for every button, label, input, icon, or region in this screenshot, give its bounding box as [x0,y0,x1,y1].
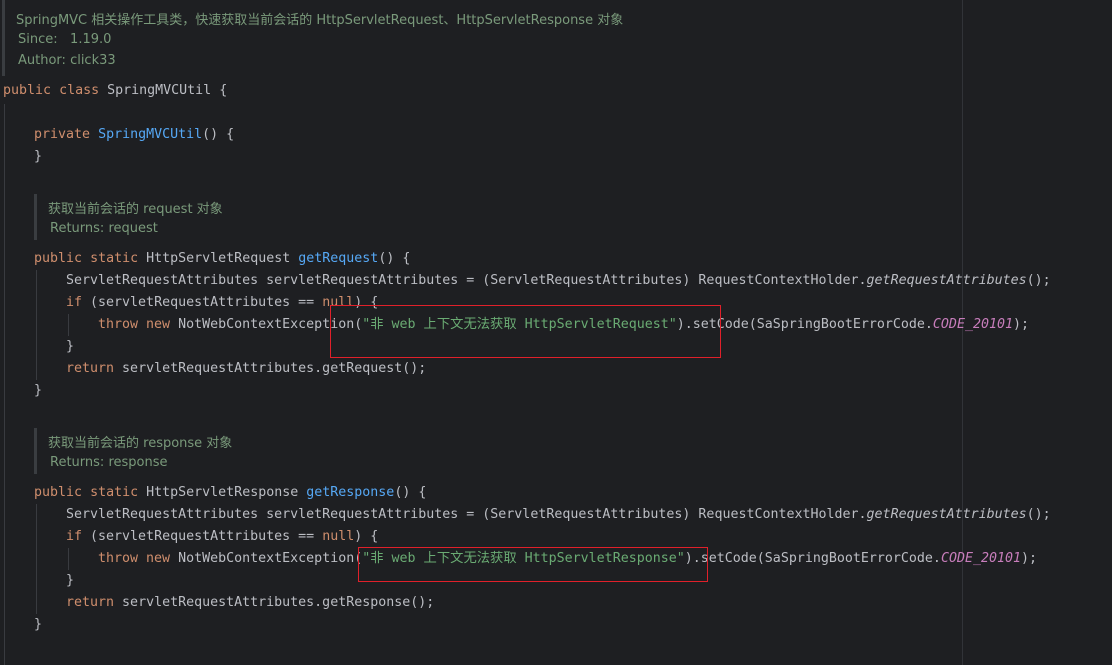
class-doc-author: Author: click33 [18,53,116,68]
constructor-line[interactable]: private SpringMVCUtil() { [34,124,234,146]
get-response-return-line[interactable]: return servletRequestAttributes.getRespo… [66,592,434,614]
indent-guide-class [4,104,5,665]
indent-guide-get-request-if [68,314,69,336]
class-doc-bar [2,0,5,76]
get-response-doc-bar [34,428,37,474]
code-editor[interactable]: SpringMVC 相关操作工具类，快速获取当前会话的 HttpServletR… [0,0,1112,665]
constructor-close-line[interactable]: } [34,146,42,168]
get-request-if-close-line[interactable]: } [66,336,74,358]
class-doc-since: Since: 1.19.0 [18,32,112,47]
get-request-attrs-line[interactable]: ServletRequestAttributes servletRequestA… [66,270,1051,292]
get-request-doc-bar [34,194,37,240]
request-message-highlight-box [330,305,721,358]
class-name: SpringMVCUtil [107,83,212,98]
get-response-doc-returns: Returns: response [50,455,168,470]
get-response-doc-description: 获取当前会话的 response 对象 [48,436,233,451]
response-message-highlight-box [358,547,708,582]
indent-guide-get-request [36,270,37,380]
get-response-signature-line[interactable]: public static HttpServletResponse getRes… [34,482,426,504]
get-response-attrs-line[interactable]: ServletRequestAttributes servletRequestA… [66,504,1051,526]
get-request-doc-returns: Returns: request [50,221,158,236]
get-request-doc-description: 获取当前会话的 request 对象 [48,202,223,217]
get-request-signature-line[interactable]: public static HttpServletRequest getRequ… [34,248,410,270]
indent-guide-get-response [36,504,37,614]
get-request-close-line[interactable]: } [34,380,42,402]
class-doc-description: SpringMVC 相关操作工具类，快速获取当前会话的 HttpServletR… [16,13,624,28]
get-response-close-line[interactable]: } [34,614,42,636]
get-response-if-close-line[interactable]: } [66,570,74,592]
class-declaration-line[interactable]: public class SpringMVCUtil { [3,80,227,102]
get-request-return-line[interactable]: return servletRequestAttributes.getReque… [66,358,426,380]
indent-guide-get-response-if [68,548,69,570]
get-response-if-line[interactable]: if (servletRequestAttributes == null) { [66,526,378,548]
